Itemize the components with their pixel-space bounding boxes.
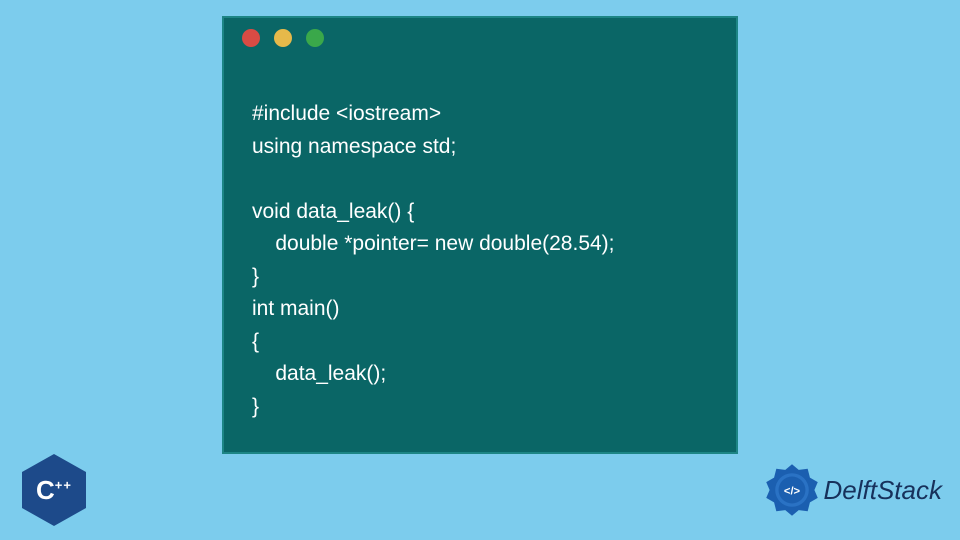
svg-text:</>: </> [783, 485, 800, 497]
code-panel: #include <iostream> using namespace std;… [222, 16, 738, 454]
brand-name: DelftStack [824, 475, 943, 506]
cpp-plus: ++ [55, 477, 72, 492]
cpp-logo: C++ [22, 454, 86, 526]
window-titlebar [224, 18, 736, 58]
close-icon [242, 29, 260, 47]
cpp-c: C [36, 475, 55, 505]
minimize-icon [274, 29, 292, 47]
delftstack-logo: </> DelftStack [764, 462, 943, 518]
cpp-letter: C++ [36, 475, 72, 506]
code-block: #include <iostream> using namespace std;… [224, 58, 736, 443]
maximize-icon [306, 29, 324, 47]
gear-icon: </> [764, 462, 820, 518]
hexagon-icon: C++ [22, 454, 86, 526]
